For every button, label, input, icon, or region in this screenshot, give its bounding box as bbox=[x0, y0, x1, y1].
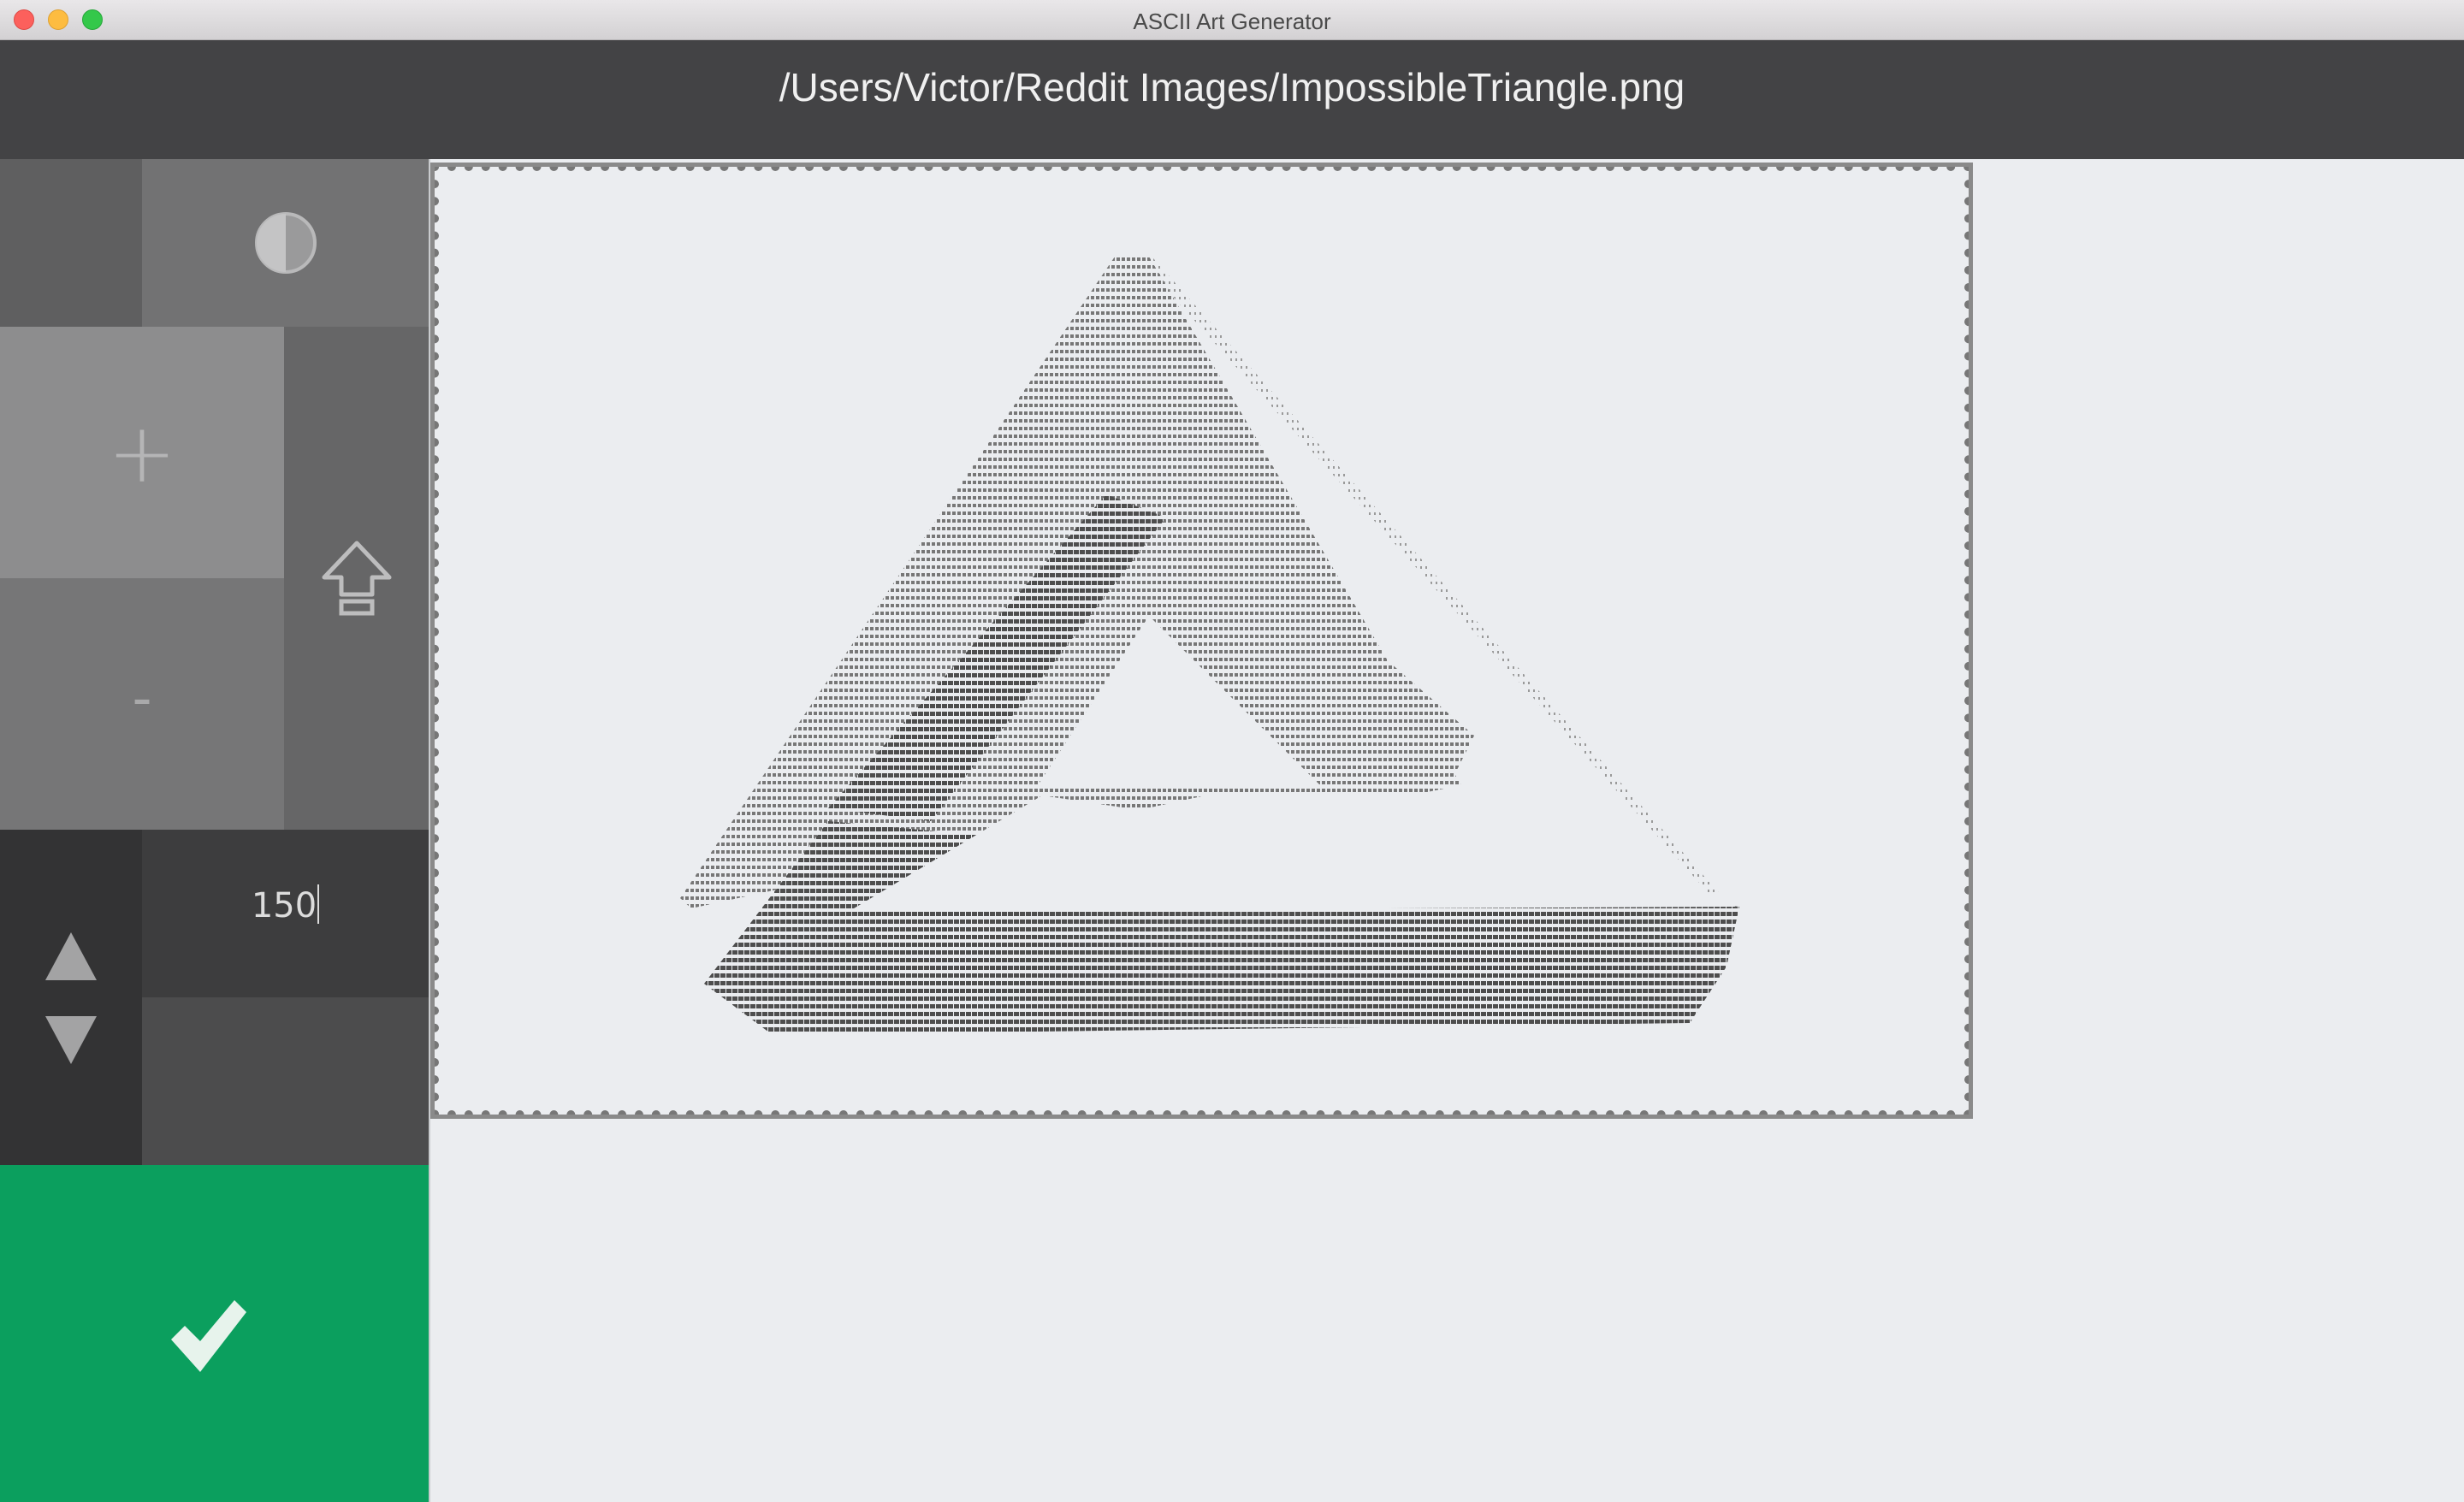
sidebar-blank-tile-lower bbox=[142, 997, 429, 1165]
plus-icon: + bbox=[107, 405, 177, 501]
app-window: ASCII Art Generator /Users/Victor/Reddit… bbox=[0, 0, 2464, 1502]
text-caret bbox=[317, 884, 320, 924]
stepper-arrows bbox=[0, 830, 142, 1165]
ascii-art-frame bbox=[430, 163, 1973, 1119]
width-value-field[interactable]: 150 bbox=[142, 830, 429, 997]
minus-icon: - bbox=[132, 667, 152, 730]
increase-button[interactable]: + bbox=[0, 327, 284, 578]
sidebar-blank-tile bbox=[0, 159, 142, 327]
shift-toggle-button[interactable] bbox=[284, 327, 429, 830]
arrow-down-icon[interactable] bbox=[44, 1014, 98, 1066]
file-path-header: /Users/Victor/Reddit Images/ImpossibleTr… bbox=[0, 40, 2464, 159]
title-bar: ASCII Art Generator bbox=[0, 0, 2464, 40]
file-path-label: /Users/Victor/Reddit Images/ImpossibleTr… bbox=[779, 65, 1685, 109]
checkmark-icon bbox=[171, 1300, 246, 1372]
contrast-icon bbox=[254, 212, 317, 274]
shift-arrow-icon bbox=[322, 541, 391, 616]
arrow-up-icon[interactable] bbox=[44, 931, 98, 982]
decrease-button[interactable]: - bbox=[0, 578, 284, 830]
invert-contrast-button[interactable] bbox=[142, 159, 429, 327]
generate-confirm-button[interactable] bbox=[0, 1165, 429, 1502]
window-title: ASCII Art Generator bbox=[1133, 9, 1331, 34]
ascii-art-preview bbox=[680, 257, 1739, 1035]
width-value-text: 150 bbox=[251, 886, 317, 925]
